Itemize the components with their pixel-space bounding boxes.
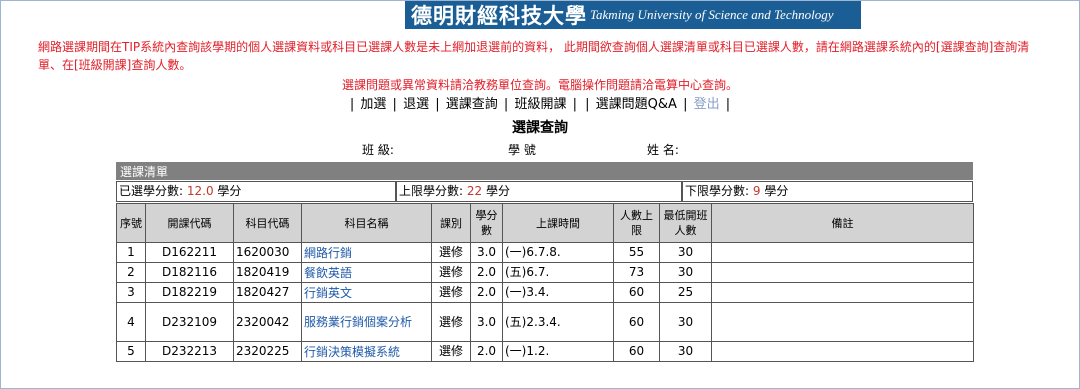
row-offer-code: D182116	[145, 262, 234, 283]
row-offer-code: D182219	[145, 282, 234, 303]
row-subject-name-link[interactable]: 行銷決策模擬系統	[301, 341, 432, 362]
row-subject-name-link[interactable]: 網路行銷	[301, 242, 432, 263]
table-row: 4 D232109 2320042 服務業行銷個案分析 選修 3.0 (五)2.…	[116, 302, 974, 342]
row-time: (一)1.2.	[502, 341, 614, 362]
row-note	[711, 262, 974, 283]
nav-add[interactable]: 加選	[360, 97, 386, 112]
row-credits: 3.0	[470, 302, 503, 342]
selected-credits-value: 12.0	[186, 184, 214, 198]
course-table: 序號 開課代碼 科目代碼 科目名稱 課別 學分數 上課時間 人數上限 最低開班人…	[116, 203, 974, 362]
row-min: 30	[659, 341, 712, 362]
nav-course-query[interactable]: 選課查詢	[446, 97, 498, 112]
row-max: 60	[613, 302, 660, 342]
row-min: 30	[659, 262, 712, 283]
row-type: 選修	[431, 242, 471, 263]
table-header-row: 序號 開課代碼 科目代碼 科目名稱 課別 學分數 上課時間 人數上限 最低開班人…	[116, 203, 974, 243]
row-no: 4	[116, 302, 146, 342]
page-title: 選課查詢	[512, 120, 568, 136]
row-note	[711, 302, 974, 342]
row-subject-code: 1820427	[233, 282, 302, 303]
row-min: 30	[659, 302, 712, 342]
row-note	[711, 282, 974, 303]
row-time: (一)3.4.	[502, 282, 614, 303]
row-no: 1	[116, 242, 146, 263]
course-list-header: 選課清單	[116, 162, 973, 180]
lower-credits-value: 9	[752, 184, 761, 198]
row-type: 選修	[431, 262, 471, 283]
row-offer-code: D232109	[145, 302, 234, 342]
row-subject-name-link[interactable]: 服務業行銷個案分析	[301, 302, 432, 342]
notice-text: 網路選課期間在TIP系統內查詢該學期的個人選課資料或科目已選課人數是未上網加退選…	[38, 40, 1030, 72]
row-max: 60	[613, 341, 660, 362]
name-label: 姓 名:	[647, 143, 679, 157]
row-note	[711, 242, 974, 263]
class-label: 班 級:	[362, 143, 394, 157]
col-header-no: 序號	[116, 203, 146, 243]
lower-credits: 下限學分數: 9 學分	[682, 181, 973, 202]
credit-summary: 已選學分數: 12.0 學分 上限學分數: 22 學分 下限學分數: 9 學分	[116, 181, 973, 202]
col-header-min: 最低開班人數	[659, 203, 712, 243]
row-subject-code: 1820419	[233, 262, 302, 283]
row-subject-code: 1620030	[233, 242, 302, 263]
col-header-credits: 學分數	[470, 203, 503, 243]
row-subject-code: 2320225	[233, 341, 302, 362]
row-type: 選修	[431, 282, 471, 303]
upper-credits: 上限學分數: 22 學分	[396, 181, 682, 202]
row-type: 選修	[431, 302, 471, 342]
table-row: 2 D182116 1820419 餐飲英語 選修 2.0 (五)6.7. 73…	[116, 262, 974, 283]
row-time: (五)2.3.4.	[502, 302, 614, 342]
row-credits: 2.0	[470, 262, 503, 283]
row-no: 3	[116, 282, 146, 303]
row-min: 25	[659, 282, 712, 303]
nav-class-courses[interactable]: 班級開課	[514, 97, 566, 112]
nav-logout[interactable]: 登出	[694, 97, 720, 112]
col-header-offer-code: 開課代碼	[145, 203, 234, 243]
row-max: 73	[613, 262, 660, 283]
nav-faq[interactable]: 選課問題Q&A	[596, 97, 677, 112]
nav-bar: | 加選 | 退選 | 選課查詢 | 班級開課 | | 選課問題Q&A | 登出…	[349, 97, 731, 112]
row-credits: 3.0	[470, 242, 503, 263]
col-header-subject-name: 科目名稱	[301, 203, 432, 243]
table-row: 1 D162211 1620030 網路行銷 選修 3.0 (一)6.7.8. …	[116, 242, 974, 263]
row-min: 30	[659, 242, 712, 263]
banner-title-en: Takming University of Science and Techno…	[590, 7, 834, 22]
row-time: (一)6.7.8.	[502, 242, 614, 263]
row-offer-code: D232213	[145, 341, 234, 362]
col-header-subject-code: 科目代碼	[233, 203, 302, 243]
row-offer-code: D162211	[145, 242, 234, 263]
upper-credits-value: 22	[466, 184, 483, 198]
col-header-time: 上課時間	[502, 203, 614, 243]
row-time: (五)6.7.	[502, 262, 614, 283]
row-subject-name-link[interactable]: 行銷英文	[301, 282, 432, 303]
col-header-max: 人數上限	[613, 203, 660, 243]
student-id-label: 學 號	[508, 143, 536, 157]
row-credits: 2.0	[470, 341, 503, 362]
row-max: 60	[613, 282, 660, 303]
table-row: 3 D182219 1820427 行銷英文 選修 2.0 (一)3.4. 60…	[116, 282, 974, 303]
row-no: 5	[116, 341, 146, 362]
table-row: 5 D232213 2320225 行銷決策模擬系統 選修 2.0 (一)1.2…	[116, 341, 974, 362]
nav-drop[interactable]: 退選	[403, 97, 429, 112]
row-subject-code: 2320042	[233, 302, 302, 342]
row-subject-name-link[interactable]: 餐飲英語	[301, 262, 432, 283]
contact-notice: 選課問題或異常資料請洽教務單位查詢。電腦操作問題請洽電算中心查詢。	[341, 78, 738, 92]
row-credits: 2.0	[470, 282, 503, 303]
row-no: 2	[116, 262, 146, 283]
row-note	[711, 341, 974, 362]
row-max: 55	[613, 242, 660, 263]
row-type: 選修	[431, 341, 471, 362]
university-banner: 德明財經科技大學 Takming University of Science a…	[405, 1, 861, 29]
col-header-type: 課別	[431, 203, 471, 243]
col-header-note: 備註	[711, 203, 974, 243]
selected-credits: 已選學分數: 12.0 學分	[116, 181, 396, 202]
banner-title-cn: 德明財經科技大學	[411, 3, 587, 28]
